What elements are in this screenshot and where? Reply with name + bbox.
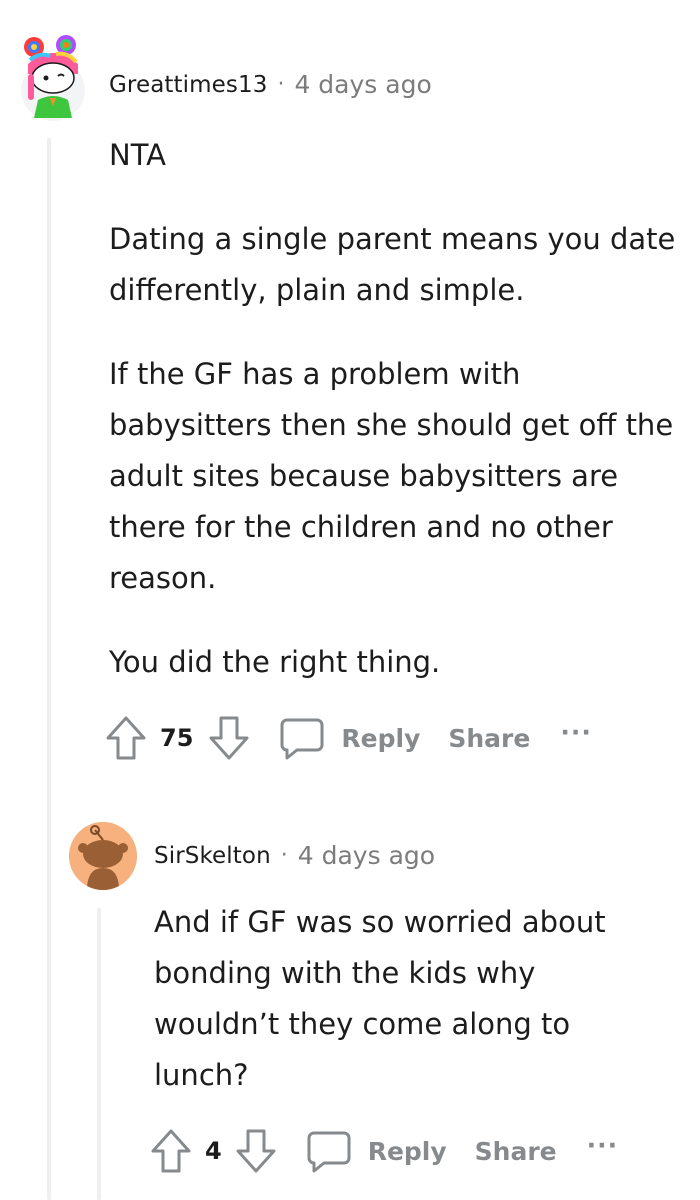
downvote-icon[interactable] — [207, 714, 251, 762]
paragraph: Dating a single parent means you date di… — [109, 222, 676, 307]
timestamp[interactable]: 4 days ago — [298, 841, 435, 870]
upvote-icon[interactable] — [104, 714, 148, 762]
timestamp[interactable]: 4 days ago — [294, 70, 431, 99]
vote-score: 4 — [205, 1137, 222, 1165]
thread-line[interactable] — [47, 138, 51, 1200]
comment-actions: 75 Reply Share ··· — [104, 714, 592, 762]
username[interactable]: Greattimes13 — [109, 72, 267, 98]
snoo-avatar-icon — [21, 35, 85, 121]
more-options-icon[interactable]: ··· — [587, 1131, 619, 1160]
snoo-avatar-icon — [69, 822, 137, 890]
avatar-sirskelton[interactable] — [69, 822, 137, 890]
avatar-greattimes13[interactable] — [20, 34, 86, 122]
comment-actions: 4 Reply Share ··· — [149, 1127, 618, 1175]
paragraph: NTA — [109, 138, 166, 172]
paragraph: If the GF has a problem with babysitters… — [109, 357, 674, 595]
comment-body: And if GF was so worried about bonding w… — [154, 897, 664, 1101]
meta-separator: · — [277, 72, 285, 97]
comment-bubble-icon[interactable] — [279, 715, 325, 761]
meta-separator: · — [280, 843, 288, 868]
share-button[interactable]: Share — [448, 724, 530, 753]
username[interactable]: SirSkelton — [154, 843, 271, 869]
reply-button[interactable]: Reply — [368, 1137, 447, 1166]
paragraph: You did the right thing. — [109, 645, 441, 679]
comment-bubble-icon[interactable] — [306, 1128, 352, 1174]
more-options-icon[interactable]: ··· — [560, 718, 592, 747]
upvote-icon[interactable] — [149, 1127, 193, 1175]
comment-body: NTA Dating a single parent means you dat… — [109, 130, 679, 688]
downvote-icon[interactable] — [234, 1127, 278, 1175]
reply-button[interactable]: Reply — [341, 724, 420, 753]
vote-score: 75 — [160, 724, 194, 752]
paragraph: And if GF was so worried about bonding w… — [154, 905, 606, 1092]
thread-line[interactable] — [97, 908, 101, 1200]
share-button[interactable]: Share — [475, 1137, 557, 1166]
